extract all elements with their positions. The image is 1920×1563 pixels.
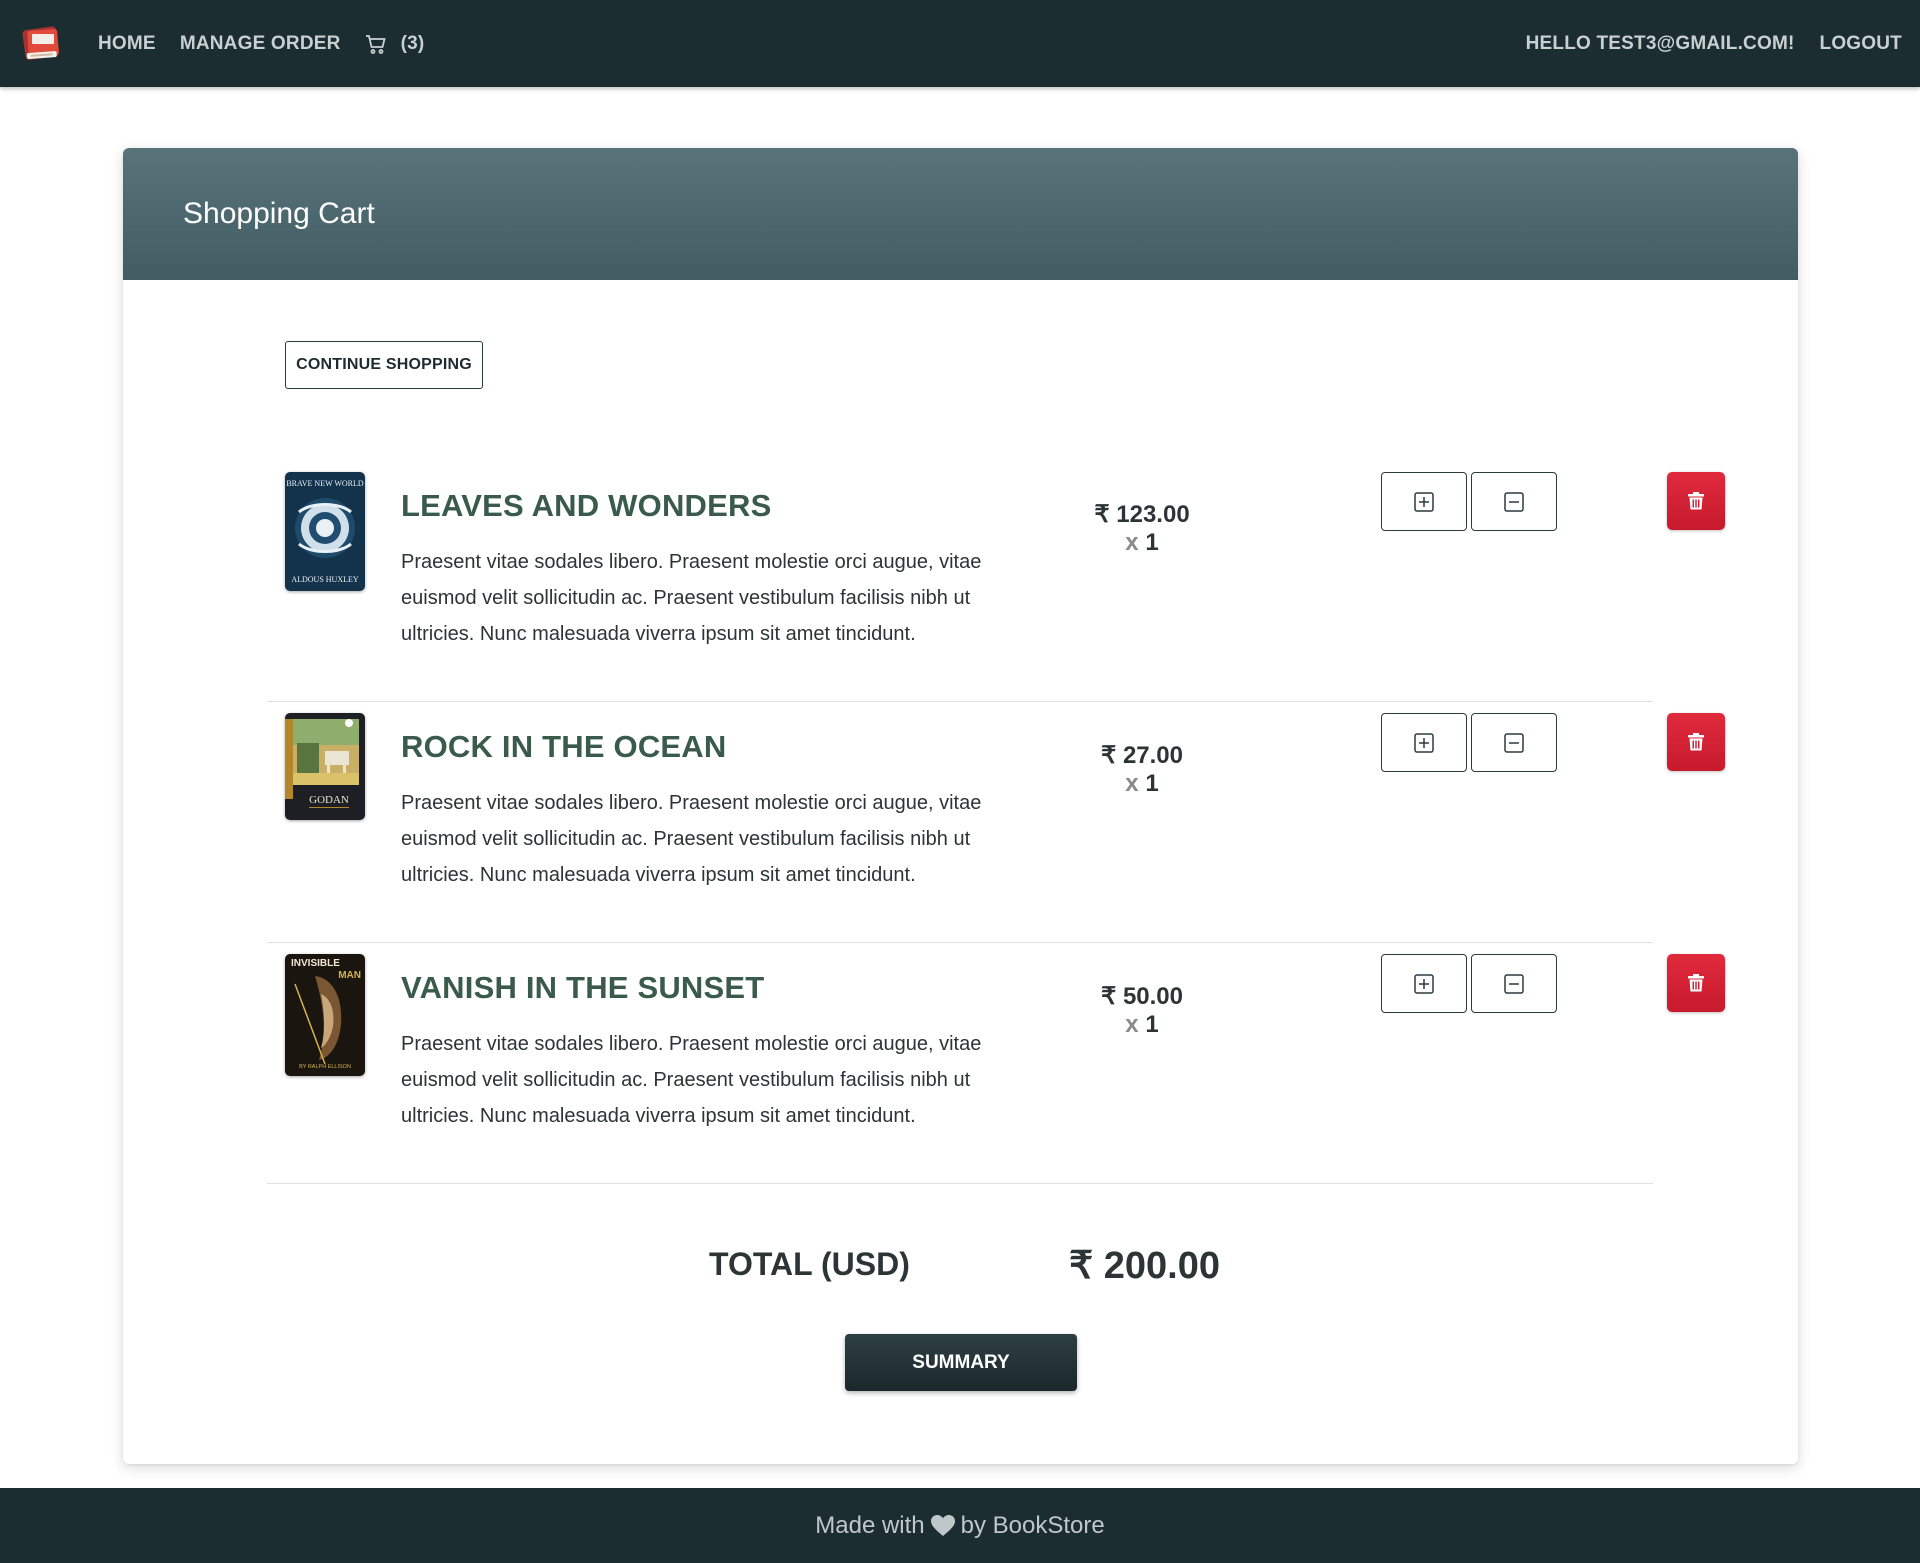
top-navbar: HOME MANAGE ORDER (3) HELLO TEST3@GMAIL.… [0, 0, 1920, 87]
cart-count: (3) [400, 32, 425, 54]
item-quantity: x 1 [1047, 770, 1237, 798]
cover-title-text: BRAVE NEW WORLD [286, 479, 364, 488]
card-header: Shopping Cart [123, 148, 1798, 280]
price-block: ₹ 50.00 x 1 [1047, 982, 1237, 1039]
decrease-quantity-button[interactable] [1471, 713, 1557, 772]
summary-button[interactable]: SUMMARY [845, 1334, 1077, 1391]
increase-quantity-button[interactable] [1381, 472, 1467, 531]
item-title[interactable]: VANISH IN THE SUNSET [401, 970, 764, 1006]
nav-home-link[interactable]: HOME [98, 33, 156, 55]
decrease-quantity-button[interactable] [1471, 954, 1557, 1013]
shopping-cart-card: Shopping Cart CONTINUE SHOPPING BRAVE NE… [123, 148, 1798, 1464]
footer: Made with by BookStore [0, 1488, 1920, 1563]
remove-item-button[interactable] [1667, 713, 1725, 771]
price-block: ₹ 27.00 x 1 [1047, 741, 1237, 798]
trash-icon [1688, 974, 1704, 992]
increase-quantity-button[interactable] [1381, 713, 1467, 772]
item-title[interactable]: ROCK IN THE OCEAN [401, 729, 726, 765]
plus-square-icon [1414, 491, 1434, 512]
cart-item: BRAVE NEW WORLD ALDOUS HUXLEY LEAVES AND… [267, 460, 1725, 701]
cover-author-text: ALDOUS HUXLEY [291, 575, 359, 584]
trash-icon [1688, 492, 1704, 510]
plus-square-icon [1414, 732, 1434, 753]
item-description: Praesent vitae sodales libero. Praesent … [401, 1033, 982, 1127]
item-description: Praesent vitae sodales libero. Praesent … [401, 792, 982, 886]
minus-square-icon [1504, 973, 1524, 994]
minus-square-icon [1504, 732, 1524, 753]
total-value: ₹ 200.00 [1069, 1245, 1220, 1287]
qty-value: 1 [1145, 1011, 1159, 1038]
nav-right-group: HELLO TEST3@GMAIL.COM! LOGOUT [1501, 33, 1902, 55]
cover-author-text: BY RALPH ELLISON [299, 1064, 351, 1070]
cover-subtitle-text: MAN [338, 970, 361, 981]
item-description: Praesent vitae sodales libero. Praesent … [401, 551, 982, 645]
book-cover-image[interactable]: BRAVE NEW WORLD ALDOUS HUXLEY [285, 472, 365, 591]
item-price: ₹ 123.00 [1094, 501, 1190, 528]
item-quantity: x 1 [1047, 1011, 1237, 1039]
footer-suffix: by BookStore [960, 1511, 1105, 1539]
decrease-quantity-button[interactable] [1471, 472, 1557, 531]
increase-quantity-button[interactable] [1381, 954, 1467, 1013]
trash-icon [1688, 733, 1704, 751]
continue-shopping-button[interactable]: CONTINUE SHOPPING [285, 341, 483, 389]
minus-square-icon [1504, 491, 1524, 512]
item-title[interactable]: LEAVES AND WONDERS [401, 488, 771, 524]
remove-item-button[interactable] [1667, 954, 1725, 1012]
plus-square-icon [1414, 973, 1434, 994]
nav-cart-link[interactable]: (3) [365, 33, 425, 55]
nav-manage-order-link[interactable]: MANAGE ORDER [180, 33, 341, 55]
item-price: ₹ 27.00 [1101, 742, 1183, 769]
total-label: TOTAL (USD) [709, 1246, 910, 1282]
qty-value: 1 [1145, 529, 1159, 556]
qty-value: 1 [1145, 770, 1159, 797]
item-divider [267, 1183, 1653, 1184]
cart-item: INVISIBLE MAN BY RALPH ELLISON VANISH IN… [267, 942, 1725, 1183]
item-quantity: x 1 [1047, 529, 1237, 557]
cart-icon [365, 34, 386, 54]
user-greeting[interactable]: HELLO TEST3@GMAIL.COM! [1526, 33, 1795, 55]
price-block: ₹ 123.00 x 1 [1047, 500, 1237, 557]
heart-icon [930, 1514, 955, 1537]
cover-title-text: GODAN [309, 794, 349, 806]
book-cover-image[interactable]: GODAN [285, 713, 365, 820]
page-title: Shopping Cart [183, 197, 375, 230]
item-price: ₹ 50.00 [1101, 983, 1183, 1010]
remove-item-button[interactable] [1667, 472, 1725, 530]
book-logo-icon[interactable] [18, 20, 66, 68]
logout-link[interactable]: LOGOUT [1820, 33, 1902, 55]
qty-prefix: x [1125, 529, 1139, 556]
book-cover-image[interactable]: INVISIBLE MAN BY RALPH ELLISON [285, 954, 365, 1076]
cover-title-text: INVISIBLE [291, 958, 340, 969]
cart-item: GODAN ROCK IN THE OCEAN Praesent vitae s… [267, 701, 1725, 942]
qty-prefix: x [1125, 770, 1139, 797]
footer-prefix: Made with [815, 1511, 925, 1539]
qty-prefix: x [1125, 1011, 1139, 1038]
